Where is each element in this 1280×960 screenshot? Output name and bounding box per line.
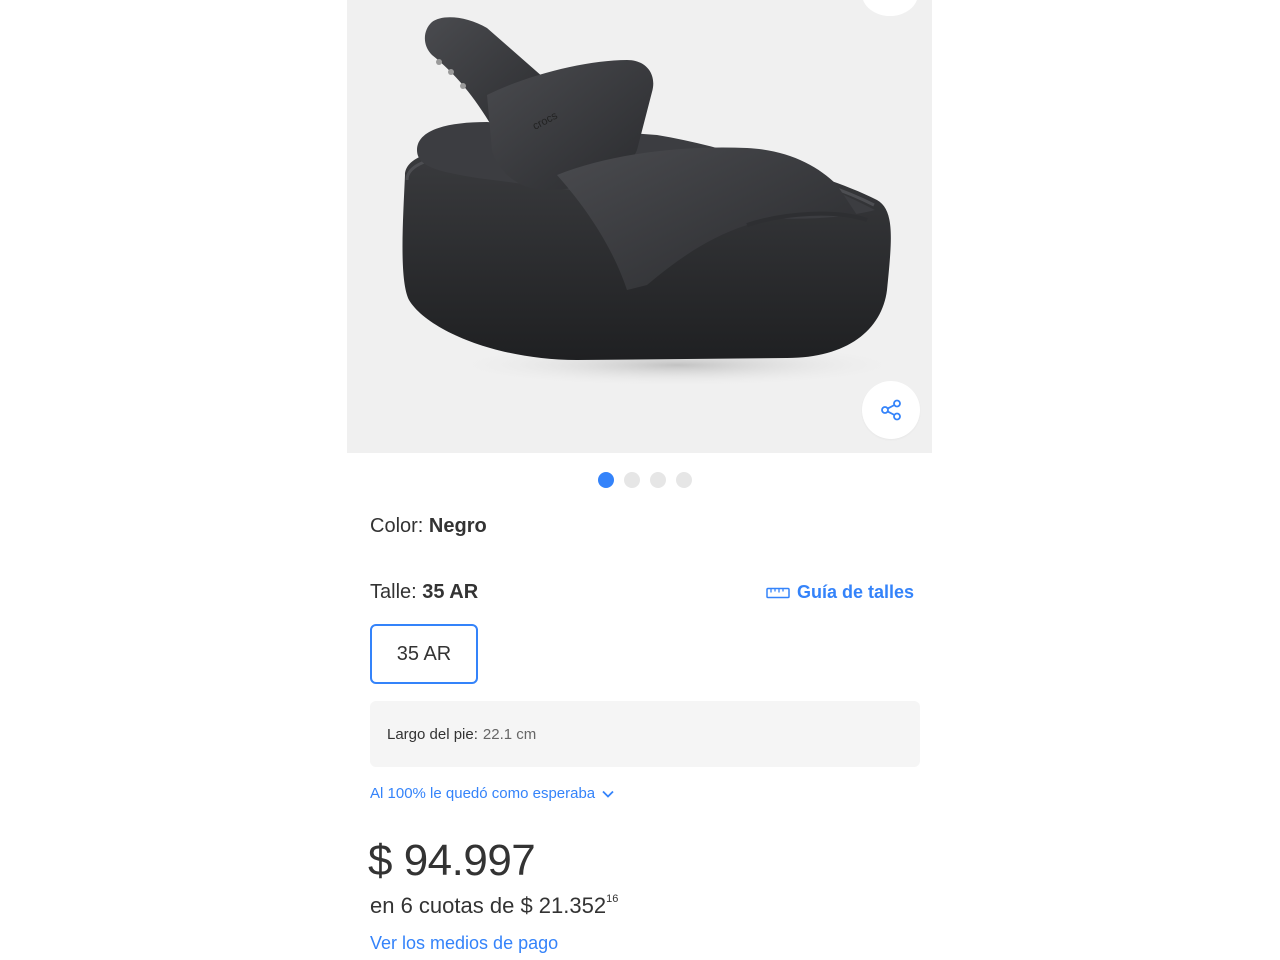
carousel-dot[interactable] [676,472,692,488]
installments-cents: 16 [606,892,619,905]
foot-length-info: Largo del pie: 22.1 cm [370,701,920,767]
product-image: crocs [402,17,907,387]
color-label: Color: [370,515,429,537]
size-selector: Talle: 35 AR [370,581,478,604]
ruler-icon [766,587,790,598]
carousel-dot[interactable] [624,472,640,488]
price: $ 94.997 [368,836,536,885]
share-icon [881,399,901,421]
product-image-gallery[interactable]: crocs [347,0,932,453]
foot-length-label: Largo del pie: [387,725,478,743]
size-option-35[interactable]: 35 AR [370,624,478,684]
size-guide-label: Guía de talles [797,582,915,602]
chevron-down-icon [602,790,614,798]
carousel-dots [598,472,692,488]
color-value: Negro [428,515,487,537]
carousel-dot[interactable] [598,472,614,488]
foot-length-value: 22.1 cm [482,725,537,743]
size-value: 35 AR [422,581,479,603]
carousel-dot[interactable] [650,472,666,488]
fit-feedback-toggle[interactable]: Al 100% le quedó como esperaba [370,785,615,802]
installments: en 6 cuotas de $ 21.35216 [370,893,618,919]
installments-text: en 6 cuotas de $ 21.352 [370,893,607,918]
share-button[interactable] [862,381,920,439]
size-label: Talle: [370,581,423,603]
color-selector: Color: Negro [370,515,487,538]
payment-methods-link[interactable]: Ver los medios de pago [370,933,558,954]
size-guide-link[interactable]: Guía de talles [766,582,914,603]
fit-feedback-text: Al 100% le quedó como esperaba [370,785,596,802]
